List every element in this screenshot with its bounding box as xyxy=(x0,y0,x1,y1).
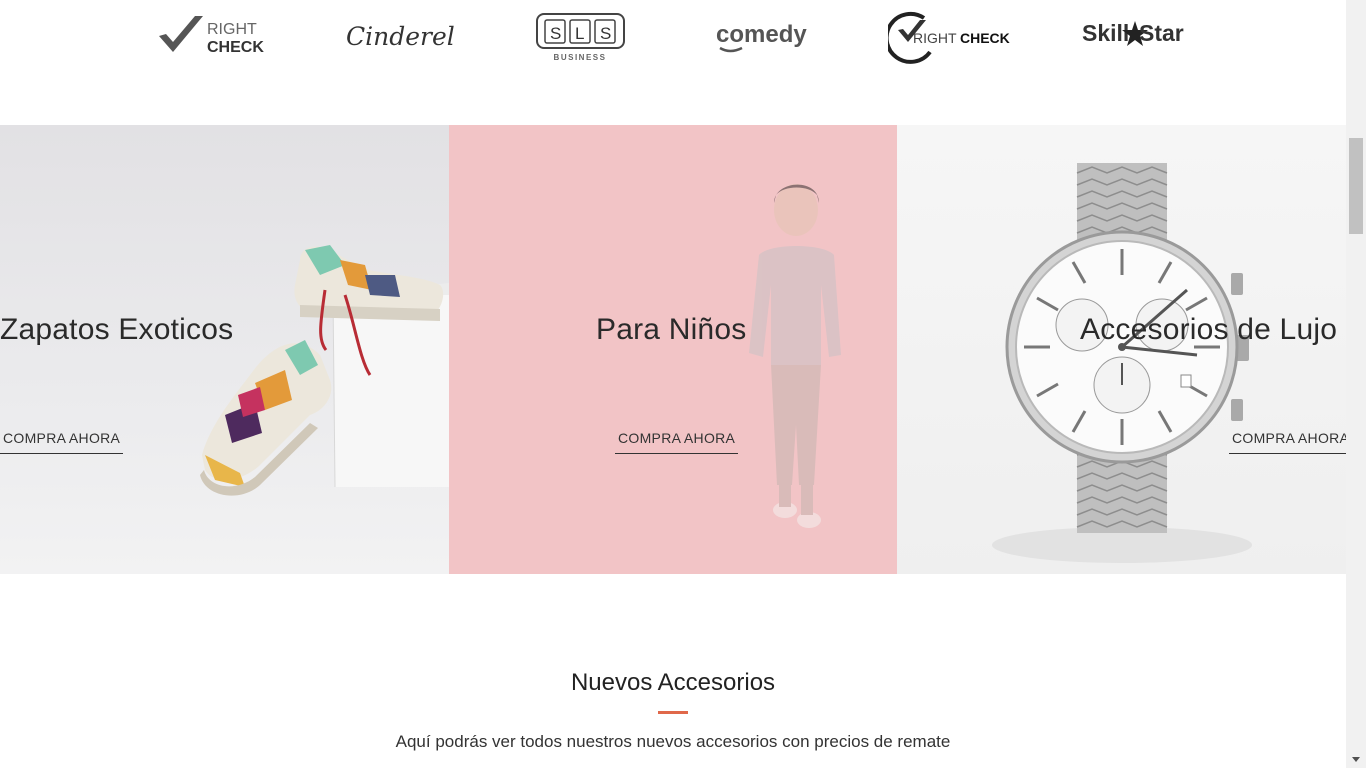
brand-cinderella-text: Cinderella xyxy=(346,22,455,51)
brand-logo-cinderella[interactable]: Cinderella xyxy=(340,8,455,64)
banner-kids[interactable]: Para Niños COMPRA AHORA xyxy=(449,125,897,574)
section-divider xyxy=(658,711,688,714)
brand-skillstar-right: Star xyxy=(1139,20,1184,46)
brand-skillstar-left: Skill xyxy=(1082,20,1129,46)
banner-shoes-title: Zapatos Exoticos xyxy=(0,313,234,346)
new-accessories-section: Nuevos Accesorios Aquí podrás ver todos … xyxy=(0,574,1346,768)
page-scrollbar[interactable] xyxy=(1346,0,1366,768)
banner-shoes-cta[interactable]: COMPRA AHORA xyxy=(0,430,124,454)
brand-rightcheck-line1: RIGHT xyxy=(207,21,257,38)
brand-rightcheck-line2: CHECK xyxy=(207,39,264,56)
brand-rightcheck2-light: RIGHT xyxy=(913,30,957,46)
banner-accessories[interactable]: Accesorios de Lujo COMPRA AHORA xyxy=(897,125,1346,574)
section-subtitle: Aquí podrás ver todos nuestros nuevos ac… xyxy=(395,732,951,751)
brand-sls-sub: BUSINESS xyxy=(554,53,607,62)
brand-logo-sls[interactable]: S L S BUSINESS xyxy=(530,8,630,64)
scrollbar-thumb[interactable] xyxy=(1349,138,1363,234)
brand-logo-skillstar[interactable]: Skill Star xyxy=(1078,8,1193,64)
promo-banners: Zapatos Exoticos COMPRA AHORA Para Niños… xyxy=(0,125,1346,574)
scroll-down-arrow-icon[interactable] xyxy=(1352,757,1360,762)
brand-comedy-text: comedy xyxy=(716,21,807,48)
brand-logos-strip: RIGHT CHECK Cinderella S L S BUSINESS co… xyxy=(0,0,1346,125)
banner-accessories-title: Accesorios de Lujo xyxy=(1080,313,1338,346)
brand-sls-letter-2: L xyxy=(575,24,584,43)
watch-image xyxy=(992,163,1252,563)
brand-sls-letter-3: S xyxy=(600,24,611,43)
brand-logo-rightcheck[interactable]: RIGHT CHECK xyxy=(155,8,267,64)
brand-logo-comedy[interactable]: comedy xyxy=(712,8,822,64)
brand-sls-letter-1: S xyxy=(550,24,561,43)
banner-shoes[interactable]: Zapatos Exoticos COMPRA AHORA xyxy=(0,125,449,574)
brand-rightcheck2-bold: CHECK xyxy=(960,30,1010,46)
section-title: Nuevos Accesorios xyxy=(570,669,776,696)
banner-kids-cta[interactable]: COMPRA AHORA xyxy=(615,430,739,454)
kid-image xyxy=(749,184,841,528)
brand-logo-rightcheck-2[interactable]: RIGHT CHECK xyxy=(888,8,1013,64)
banner-kids-title: Para Niños xyxy=(596,313,747,346)
banner-accessories-cta[interactable]: COMPRA AHORA xyxy=(1229,430,1346,454)
sneakers-image xyxy=(200,245,449,496)
